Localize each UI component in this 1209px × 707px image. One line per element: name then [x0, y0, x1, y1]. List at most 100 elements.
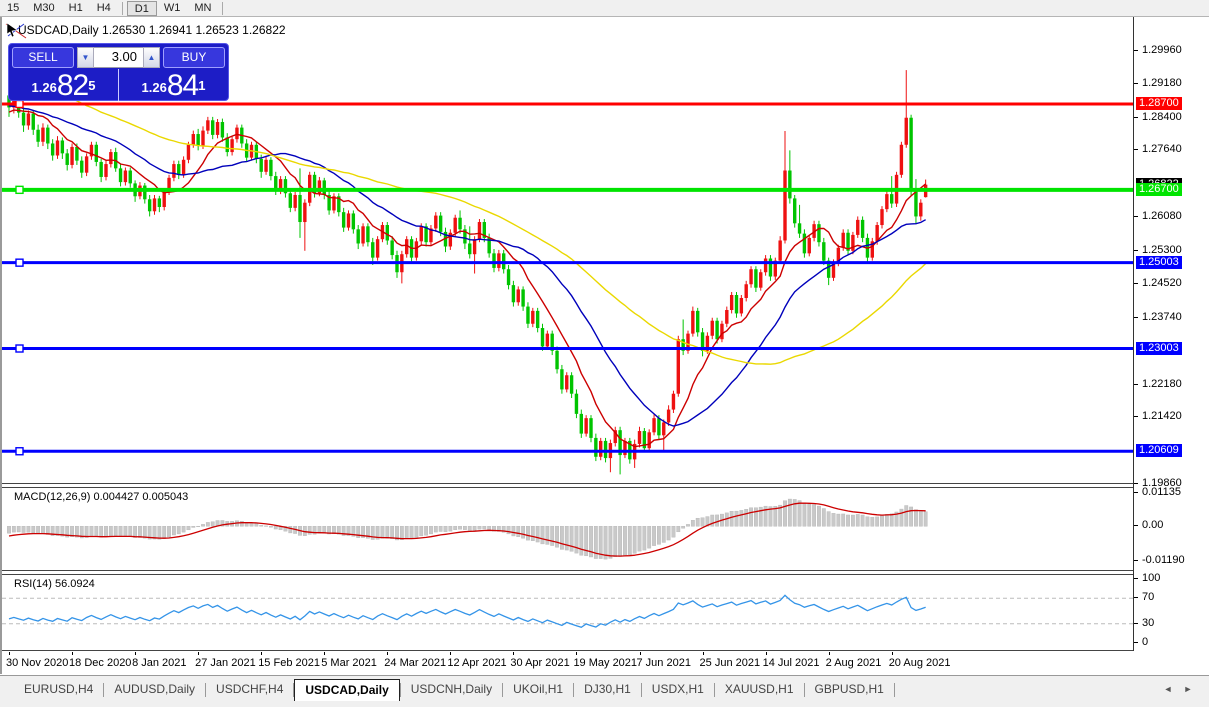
- date-label: 25 Jun 2021: [699, 657, 761, 669]
- date-tick: [513, 652, 515, 655]
- chart-tab-bar: EURUSD,H4 AUDUSD,Daily USDCHF,H4 USDCAD,Dai…: [0, 675, 1209, 707]
- hline-price-tag: 1.25003: [1136, 255, 1182, 269]
- hline-handle[interactable]: [15, 447, 24, 456]
- axis-tick: [1134, 83, 1138, 85]
- date-label: 30 Apr 2021: [510, 657, 570, 669]
- hline-handle[interactable]: [15, 258, 24, 267]
- period-button-h1[interactable]: H1: [62, 1, 90, 16]
- ask-price-prefix: 1.26: [141, 80, 167, 95]
- date-label: 18 Dec 2020: [69, 657, 132, 669]
- date-tick: [198, 652, 200, 655]
- axis-tick: [1134, 149, 1138, 151]
- rsi-tick-label: 30: [1142, 616, 1155, 629]
- volume-input[interactable]: 3.00: [94, 47, 143, 68]
- axis-tick: [1134, 49, 1138, 51]
- chart-ohlc-values: 1.26530 1.26941 1.26523 1.26822: [102, 23, 286, 37]
- date-label: 7 Jun 2021: [636, 657, 691, 669]
- date-label: 5 Mar 2021: [321, 657, 377, 669]
- date-tick: [9, 652, 10, 655]
- price-tick-label: 1.29180: [1142, 77, 1182, 90]
- chart-tab-usdx[interactable]: USDX,H1: [642, 679, 714, 701]
- price-tick-label: 1.27640: [1142, 143, 1182, 156]
- period-button-m30[interactable]: M30: [26, 1, 61, 16]
- chart-tab-gbpusd[interactable]: GBPUSD,H1: [805, 679, 894, 701]
- toolbar-separator: [121, 1, 123, 15]
- chart-tab-audusd[interactable]: AUDUSD,Daily: [104, 679, 205, 701]
- cursor-arrow-icon: [5, 22, 27, 39]
- hline-handle[interactable]: [15, 344, 24, 353]
- price-axis-panel[interactable]: 1.29960 1.29180 1.28400 1.27640 1.26080 1.253…: [1133, 17, 1209, 651]
- axis-tick: [1134, 642, 1138, 643]
- axis-tick: [1134, 416, 1138, 418]
- toolbar-separator: [222, 1, 224, 15]
- axis-tick: [1134, 383, 1138, 385]
- date-label: 27 Jan 2021: [195, 657, 256, 669]
- rsi-tick-label: 100: [1142, 572, 1161, 584]
- chart-title: USDCAD,Daily 1.26530 1.26941 1.26523 1.2…: [18, 23, 286, 37]
- period-button-d1[interactable]: D1: [126, 0, 157, 16]
- date-label: 15 Feb 2021: [258, 657, 320, 669]
- chart-tab-usdchf[interactable]: USDCHF,H4: [206, 679, 293, 701]
- axis-tick: [1134, 622, 1138, 624]
- period-button-w1[interactable]: W1: [157, 1, 188, 16]
- hline-handle[interactable]: [15, 185, 24, 195]
- rsi-tick-label: 0: [1142, 636, 1149, 648]
- price-tick-label: 1.25300: [1142, 243, 1182, 256]
- chart-tab-ukoil[interactable]: UKOil,H1: [503, 679, 573, 701]
- axis-tick: [1134, 483, 1138, 485]
- chart-tab-dj30[interactable]: DJ30,H1: [574, 679, 641, 701]
- date-tick: [828, 652, 830, 655]
- bid-price-pip: 5: [88, 78, 96, 93]
- rsi-tick-label: 70: [1142, 591, 1155, 604]
- price-tick-label: 1.29960: [1142, 43, 1182, 56]
- axis-tick: [1134, 283, 1138, 285]
- chart-tab-xauusd[interactable]: XAUUSD,H1: [715, 679, 804, 701]
- date-tick: [576, 652, 578, 655]
- macd-tick-label: -0.01190: [1142, 554, 1185, 567]
- date-tick: [261, 652, 263, 655]
- tab-scroll-left-icon[interactable]: ◄: [1160, 682, 1176, 696]
- rsi-pane[interactable]: [2, 574, 1133, 651]
- period-button-15[interactable]: 15: [0, 1, 26, 16]
- chart-tab-eurusd[interactable]: EURUSD,H4: [14, 679, 103, 701]
- sell-button[interactable]: SELL: [12, 47, 74, 68]
- tab-separator: [893, 683, 895, 697]
- date-tick: [639, 652, 641, 655]
- axis-tick: [1134, 597, 1138, 599]
- date-tick: [72, 652, 74, 655]
- date-label: 14 Jul 2021: [762, 657, 820, 669]
- date-axis[interactable]: 30 Nov 2020 18 Dec 2020 8 Jan 2021 27 Jan 2…: [2, 652, 1133, 673]
- chart-tab-usdcad[interactable]: USDCAD,Daily: [294, 679, 400, 701]
- axis-tick: [1134, 492, 1138, 494]
- date-label: 8 Jan 2021: [132, 657, 187, 669]
- date-tick: [324, 652, 326, 655]
- date-tick: [702, 652, 704, 655]
- bid-price[interactable]: 1.26 82 5: [9, 69, 119, 101]
- tab-scroll-right-icon[interactable]: ►: [1180, 682, 1196, 696]
- volume-down-icon[interactable]: ▼: [77, 47, 94, 68]
- price-tick-label: 1.23740: [1142, 310, 1182, 323]
- ask-price[interactable]: 1.26 84 1: [119, 69, 228, 101]
- period-toolbar: 15 M30 H1 H4 D1 W1 MN: [0, 0, 1209, 17]
- buy-button[interactable]: BUY: [163, 47, 225, 68]
- period-button-h4[interactable]: H4: [90, 1, 118, 16]
- macd-tick-label: 0.01135: [1142, 486, 1181, 499]
- one-click-trading-panel: SELL ▼ 3.00 ▲ BUY 1.26 82 5 1.26 84 1: [8, 43, 229, 101]
- rsi-label: RSI(14) 56.0924: [14, 578, 95, 590]
- bid-price-prefix: 1.26: [31, 80, 57, 95]
- bid-price-main: 82: [56, 69, 89, 102]
- volume-up-icon[interactable]: ▲: [143, 47, 160, 68]
- hline-handle[interactable]: [15, 99, 24, 109]
- axis-tick: [1134, 249, 1138, 251]
- date-label: 12 Apr 2021: [447, 657, 507, 669]
- date-label: 30 Nov 2020: [6, 657, 69, 669]
- hline-price-tag: 1.20609: [1136, 444, 1182, 458]
- axis-tick: [1134, 216, 1138, 218]
- chart-tab-usdcnh[interactable]: USDCNH,Daily: [401, 679, 502, 701]
- volume-stepper: ▼ 3.00 ▲: [77, 47, 160, 68]
- date-tick: [387, 652, 389, 655]
- price-tick-label: 1.28400: [1142, 110, 1182, 123]
- macd-tick-label: 0.00: [1142, 519, 1164, 532]
- period-button-mn[interactable]: MN: [187, 1, 218, 16]
- hline-price-tag: 1.26700: [1136, 182, 1182, 196]
